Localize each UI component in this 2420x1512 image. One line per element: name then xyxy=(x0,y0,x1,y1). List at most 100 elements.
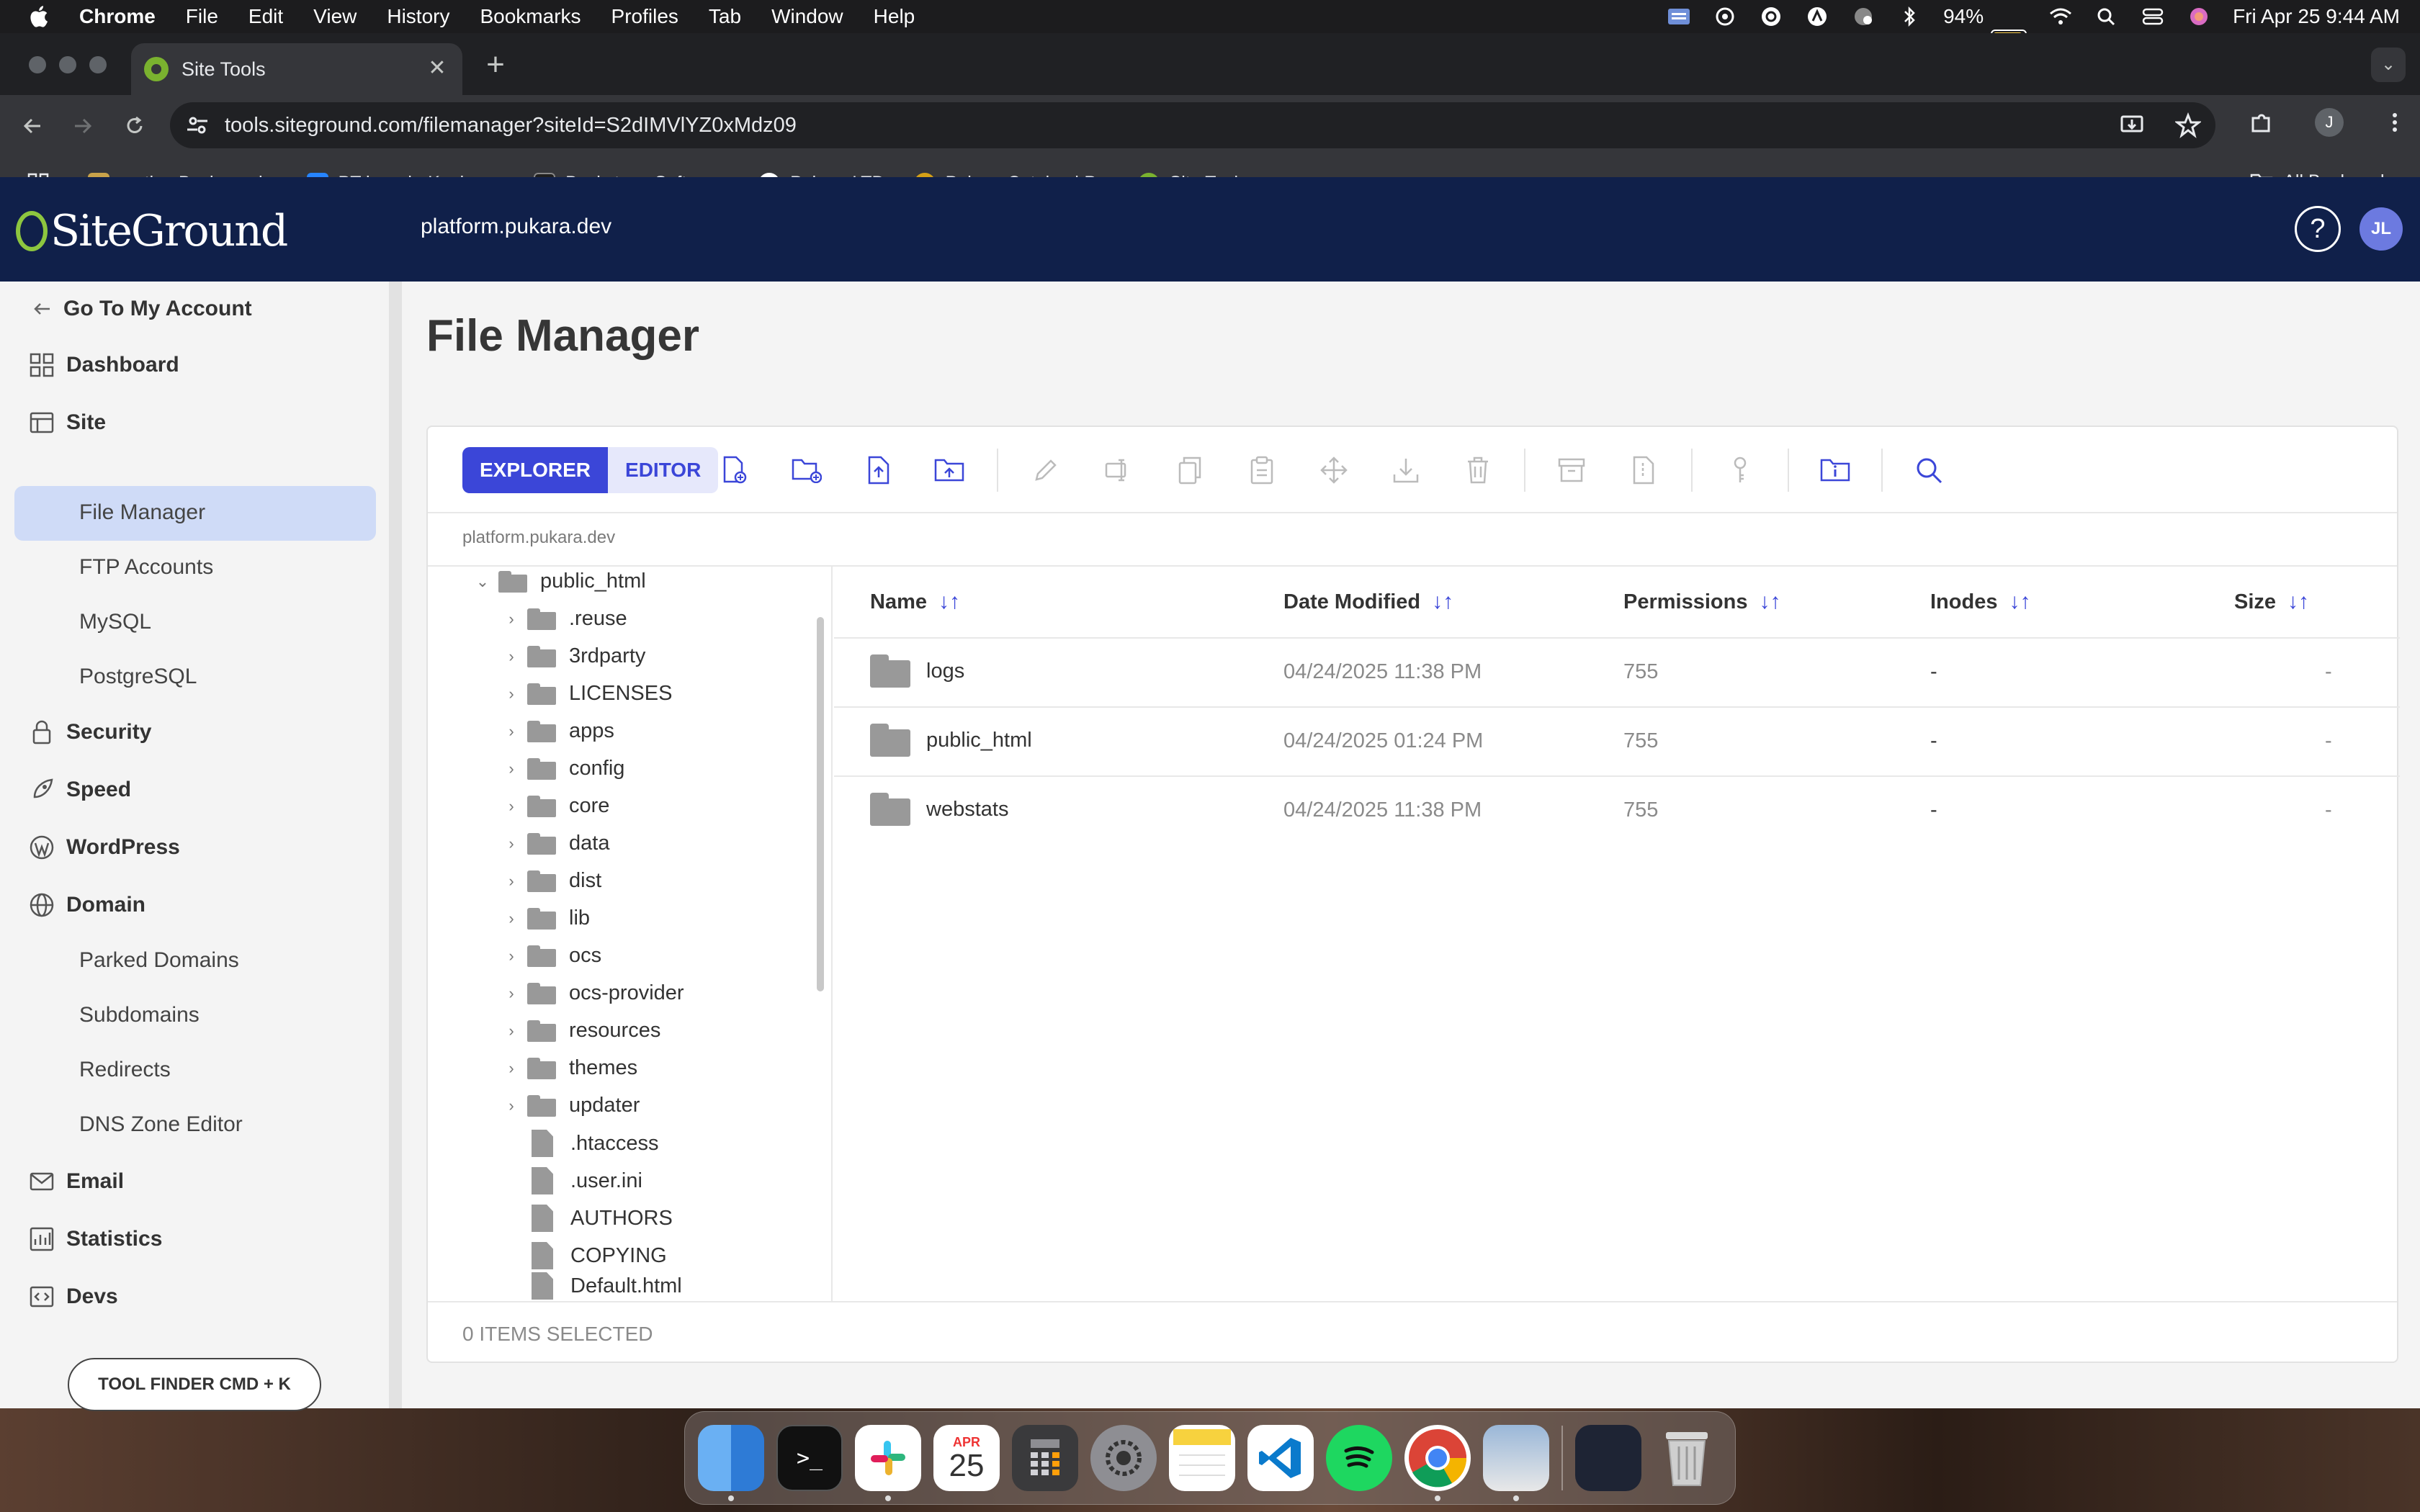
chevron-right-icon[interactable]: › xyxy=(501,647,521,666)
chevron-right-icon[interactable]: › xyxy=(501,1059,521,1078)
sort-icon[interactable]: ↓↑ xyxy=(938,590,960,614)
grammarly-icon[interactable] xyxy=(1759,6,1783,27)
calculator-icon[interactable] xyxy=(1012,1425,1078,1491)
vscode-icon[interactable] xyxy=(1247,1425,1314,1491)
tree-node-public-html[interactable]: ⌄ public_html xyxy=(472,570,646,593)
tree-node-file[interactable]: Default.html xyxy=(527,1272,682,1300)
sidebar-item-mysql[interactable]: MySQL xyxy=(79,610,151,634)
sidebar-item-file-manager[interactable]: File Manager xyxy=(79,500,205,525)
table-row[interactable]: webstats 04/24/2025 11:38 PM 755 - - xyxy=(834,777,2400,846)
rename-icon[interactable] xyxy=(1102,454,1134,486)
finder-icon[interactable] xyxy=(698,1425,764,1501)
column-header-date-modified[interactable]: Date Modified ↓↑ xyxy=(1283,590,1453,614)
explorer-tab[interactable]: EXPLORER xyxy=(462,447,609,493)
apple-icon[interactable] xyxy=(26,3,53,30)
profile-avatar[interactable]: J xyxy=(2315,108,2344,137)
keyboard-icon[interactable] xyxy=(1667,6,1691,27)
move-arrows-icon[interactable] xyxy=(1318,454,1350,486)
archive-icon[interactable] xyxy=(1556,454,1587,486)
search-icon[interactable] xyxy=(1913,454,1945,486)
column-header-size[interactable]: Size ↓↑ xyxy=(2234,590,2309,614)
extract-zip-icon[interactable] xyxy=(1628,454,1659,486)
chevron-right-icon[interactable]: › xyxy=(501,722,521,741)
extensions-puzzle-icon[interactable] xyxy=(2249,109,2275,135)
sidebar-item-site[interactable]: Site xyxy=(0,408,106,437)
column-header-name[interactable]: Name ↓↑ xyxy=(870,590,960,614)
terminal-icon[interactable]: >_ xyxy=(776,1425,843,1491)
trash-icon[interactable] xyxy=(1654,1425,1720,1491)
tree-node-folder[interactable]: › data xyxy=(501,832,609,855)
tree-node-folder[interactable]: › ocs xyxy=(501,944,601,968)
system-settings-icon[interactable] xyxy=(1090,1425,1157,1491)
chevron-right-icon[interactable]: › xyxy=(501,610,521,629)
go-to-my-account-link[interactable]: Go To My Account xyxy=(0,294,252,323)
tree-node-folder[interactable]: › 3rdparty xyxy=(501,644,645,668)
tree-node-file[interactable]: COPYING xyxy=(527,1242,667,1269)
sidebar-item-devs[interactable]: Devs xyxy=(0,1282,118,1311)
tree-node-folder[interactable]: › dist xyxy=(501,869,601,893)
file-name-cell[interactable]: public_html xyxy=(870,724,1032,757)
sidebar-item-ftp-accounts[interactable]: FTP Accounts xyxy=(79,555,213,580)
tree-scrollbar[interactable] xyxy=(817,617,824,991)
menu-profiles[interactable]: Profiles xyxy=(611,5,678,28)
bluetooth-icon[interactable] xyxy=(1897,6,1922,27)
sort-icon[interactable]: ↓↑ xyxy=(1432,590,1453,614)
tree-node-folder[interactable]: › lib xyxy=(501,906,590,930)
chevron-right-icon[interactable]: › xyxy=(501,685,521,703)
tree-node-folder[interactable]: › themes xyxy=(501,1056,637,1080)
sidebar-item-dns-zone-editor[interactable]: DNS Zone Editor xyxy=(79,1112,243,1137)
sidebar-item-security[interactable]: Security xyxy=(0,718,151,747)
sort-icon[interactable]: ↓↑ xyxy=(2009,590,2030,614)
sidebar-item-speed[interactable]: Speed xyxy=(0,775,131,804)
paste-clipboard-icon[interactable] xyxy=(1246,454,1278,486)
tree-node-file[interactable]: AUTHORS xyxy=(527,1205,673,1232)
more-menu-icon[interactable] xyxy=(2384,109,2406,135)
table-row[interactable]: logs 04/24/2025 11:38 PM 755 - - xyxy=(834,639,2400,708)
site-info-icon[interactable] xyxy=(184,112,210,138)
sidebar-item-statistics[interactable]: Statistics xyxy=(0,1225,162,1254)
tree-node-folder[interactable]: › updater xyxy=(501,1094,640,1117)
chevron-right-icon[interactable]: › xyxy=(501,797,521,816)
menu-app-name[interactable]: Chrome xyxy=(79,5,156,28)
minimize-window-button[interactable] xyxy=(59,56,76,73)
delete-trash-icon[interactable] xyxy=(1462,454,1494,486)
close-tab-icon[interactable]: ✕ xyxy=(425,56,449,81)
menubar-clock[interactable]: Fri Apr 25 9:44 AM xyxy=(2233,5,2400,28)
site-domain-selector[interactable]: platform.pukara.dev xyxy=(421,215,611,239)
file-name-cell[interactable]: webstats xyxy=(870,793,1008,826)
slack-icon[interactable] xyxy=(855,1425,921,1501)
siri-icon[interactable] xyxy=(2187,6,2211,27)
vpn-icon[interactable] xyxy=(1805,6,1829,27)
chevron-right-icon[interactable]: › xyxy=(501,947,521,966)
upload-file-icon[interactable] xyxy=(863,454,895,486)
chevron-right-icon[interactable]: › xyxy=(501,834,521,853)
user-avatar[interactable]: JL xyxy=(2360,207,2403,251)
chevron-right-icon[interactable]: › xyxy=(501,872,521,891)
folder-info-icon[interactable] xyxy=(1819,454,1851,486)
sort-icon[interactable]: ↓↑ xyxy=(2287,590,2309,614)
tree-node-file[interactable]: .htaccess xyxy=(527,1130,659,1157)
bookmark-star-icon[interactable] xyxy=(2175,112,2201,138)
menu-view[interactable]: View xyxy=(313,5,357,28)
sidebar-item-redirects[interactable]: Redirects xyxy=(79,1058,171,1082)
reload-icon[interactable] xyxy=(117,108,153,144)
chevron-down-icon[interactable]: ⌄ xyxy=(472,572,493,591)
back-arrow-icon[interactable] xyxy=(14,108,50,144)
edit-pencil-icon[interactable] xyxy=(1030,454,1062,486)
spotlight-search-icon[interactable] xyxy=(2094,6,2119,27)
permissions-key-icon[interactable] xyxy=(1724,454,1756,486)
sidebar-item-email[interactable]: Email xyxy=(0,1167,124,1196)
tree-node-folder[interactable]: › LICENSES xyxy=(501,682,672,706)
sidebar-item-domain[interactable]: Domain xyxy=(0,891,145,919)
editor-tab[interactable]: EDITOR xyxy=(608,447,718,493)
spotify-icon[interactable] xyxy=(1326,1425,1392,1491)
tree-node-folder[interactable]: › .reuse xyxy=(501,607,627,631)
control-center-icon[interactable] xyxy=(2141,6,2165,27)
sidebar-item-wordpress[interactable]: WordPress xyxy=(0,833,180,862)
tab-search-chevron-icon[interactable]: ⌄ xyxy=(2371,48,2406,82)
globe-status-icon[interactable] xyxy=(1851,6,1876,27)
tree-node-folder[interactable]: › core xyxy=(501,794,609,818)
column-header-inodes[interactable]: Inodes ↓↑ xyxy=(1930,590,2030,614)
close-window-button[interactable] xyxy=(29,56,46,73)
zoom-window-button[interactable] xyxy=(89,56,107,73)
